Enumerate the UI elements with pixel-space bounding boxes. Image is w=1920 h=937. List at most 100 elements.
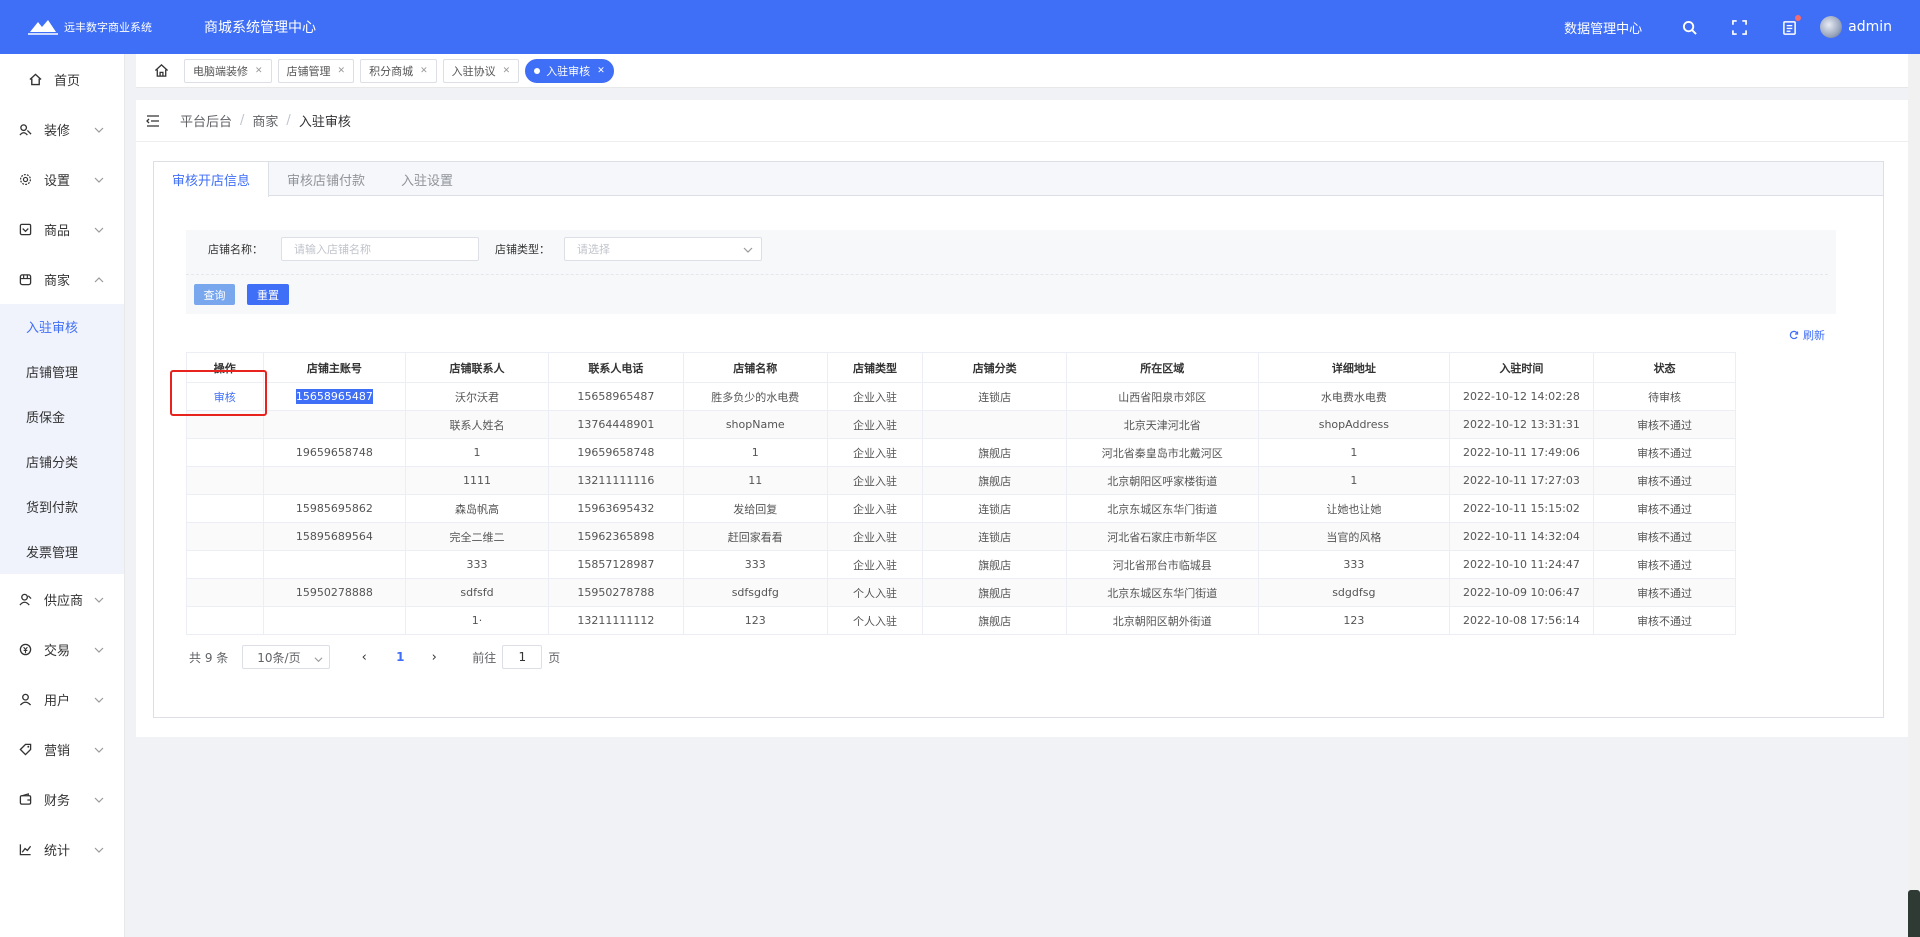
table-cell: 13764448901	[547, 410, 684, 439]
sidebar-item-merchant[interactable]: 商家	[0, 254, 124, 304]
table-cell: 1111	[405, 466, 549, 495]
home-icon[interactable]	[152, 62, 170, 80]
sidebar-subitem-store-category[interactable]: 店铺分类	[0, 439, 124, 484]
cell-text: 当官的风格	[1326, 530, 1382, 544]
filler-cell	[1735, 578, 1836, 607]
query-button[interactable]: 查询	[194, 284, 235, 305]
goto-page-input[interactable]: 1	[502, 645, 543, 669]
table-cell: 审核不通过	[1592, 578, 1737, 607]
close-icon[interactable]: ✕	[597, 66, 605, 76]
tab-settle-agreement[interactable]: 入驻协议 ✕	[442, 58, 520, 83]
fullscreen-icon[interactable]	[1730, 18, 1748, 36]
tab-strip: 电脑端装修 ✕ 店铺管理 ✕ 积分商城 ✕ 入驻协议 ✕ 入驻审核 ✕	[136, 54, 1920, 88]
tab-points-mall[interactable]: 积分商城 ✕	[360, 58, 437, 83]
sidebar-subitem-settle-audit[interactable]: 入驻审核	[0, 304, 124, 349]
column-header: 所在区域	[1066, 352, 1259, 383]
tab-settle-settings[interactable]: 入驻设置	[383, 162, 471, 196]
cell-text: 北京朝阳区朝外街道	[1112, 614, 1212, 628]
trade-icon	[18, 642, 32, 656]
sidebar-item-marketing[interactable]: 营销	[0, 724, 124, 774]
sidebar-subitem-cod[interactable]: 货到付款	[0, 484, 124, 529]
table-header-row: 操作 店铺主账号 店铺联系人 联系人电话 店铺名称 店铺类型 店铺分类 所在区域…	[186, 352, 1836, 383]
cell-text: 审核不通过	[1637, 586, 1693, 600]
sidebar-item-settings[interactable]: 设置	[0, 154, 124, 204]
cell-text: 连锁店	[978, 502, 1012, 516]
sidebar-item-goods[interactable]: 商品	[0, 204, 124, 254]
table-cell: 河北省邢台市临城县	[1066, 550, 1259, 579]
data-center-link[interactable]: 数据管理中心	[1564, 18, 1642, 37]
table-cell: 企业入驻	[826, 438, 924, 467]
sidebar-item-trade[interactable]: 交易	[0, 624, 124, 674]
close-icon[interactable]: ✕	[255, 66, 263, 76]
refresh-button[interactable]: 刷新	[1789, 327, 1825, 343]
table-cell: 旗舰店	[922, 550, 1068, 579]
table-cell: 连锁店	[922, 522, 1068, 551]
close-icon[interactable]: ✕	[420, 66, 428, 76]
collapse-menu-icon[interactable]	[146, 113, 162, 129]
audit-link[interactable]: 审核	[214, 391, 236, 404]
shop-name-input[interactable]	[281, 237, 479, 261]
sidebar-item-home[interactable]: 首页	[0, 54, 124, 104]
cell-text: 胜多负少的水电费	[711, 390, 800, 404]
sidebar-subitem-deposit[interactable]: 质保金	[0, 394, 124, 439]
column-header: 入驻时间	[1449, 352, 1594, 383]
cell-text: 连锁店	[978, 530, 1012, 544]
column-header: 店铺类型	[826, 352, 924, 383]
avatar[interactable]	[1820, 16, 1843, 38]
notification-icon[interactable]	[1780, 15, 1802, 36]
sidebar-subitem-store-manage[interactable]: 店铺管理	[0, 349, 124, 394]
cell-text: 审核不通过	[1637, 446, 1693, 460]
reset-button[interactable]: 重置	[247, 284, 289, 305]
sidebar-subitem-invoice[interactable]: 发票管理	[0, 529, 124, 574]
table-cell: 旗舰店	[922, 606, 1068, 635]
page-number-current[interactable]: 1	[388, 650, 412, 664]
filler-cell	[1735, 438, 1836, 467]
tab-pc-decorate[interactable]: 电脑端装修 ✕	[184, 58, 272, 83]
cell-text: 旗舰店	[978, 446, 1012, 460]
cell-text: 123	[744, 614, 766, 627]
table-cell: 企业入驻	[826, 522, 924, 551]
username[interactable]: admin	[1848, 19, 1892, 35]
sidebar-item-statistics[interactable]: 统计	[0, 824, 124, 874]
next-page-icon[interactable]: ›	[422, 650, 446, 665]
logo[interactable]: 远丰数字商业系统	[28, 18, 164, 36]
close-icon[interactable]: ✕	[503, 66, 511, 76]
table-cell: sdgdfsg	[1257, 578, 1451, 607]
tab-audit-shop-info[interactable]: 审核开店信息	[154, 162, 270, 197]
sidebar-item-label: 财务	[44, 793, 71, 809]
table-cell: 完全二维二	[405, 522, 549, 551]
search-icon[interactable]	[1680, 18, 1698, 36]
table-cell: 15950278888	[262, 578, 407, 607]
sidebar-item-user[interactable]: 用户	[0, 674, 124, 724]
tab-audit-shop-payment[interactable]: 审核店铺付款	[269, 162, 383, 196]
table-cell: 旗舰店	[922, 578, 1068, 607]
sidebar-item-decorate[interactable]: 装修	[0, 104, 124, 154]
breadcrumb-item[interactable]: 商家	[252, 111, 278, 130]
shop-type-select[interactable]: 请选择	[564, 237, 762, 261]
cell-text: 联系人姓名	[449, 418, 505, 432]
close-icon[interactable]: ✕	[338, 66, 346, 76]
page-size-select[interactable]: 10条/页	[242, 645, 331, 669]
cell-text: 1·	[471, 614, 483, 627]
cell-text: 旗舰店	[978, 474, 1012, 488]
cell-text: 河北省秦皇岛市北戴河区	[1101, 446, 1223, 460]
sidebar-item-supplier[interactable]: 供应商	[0, 574, 124, 624]
cell-text: 北京朝阳区呼家楼街道	[1107, 474, 1218, 488]
tab-label: 入驻审核	[546, 64, 591, 78]
table-cell: 待审核	[1592, 382, 1737, 411]
tab-label: 入驻协议	[451, 64, 496, 78]
tab-store-manage[interactable]: 店铺管理 ✕	[277, 58, 355, 83]
scrollbar-handle[interactable]	[1908, 890, 1920, 937]
page-scrollbar[interactable]	[1908, 54, 1920, 937]
prev-page-icon[interactable]: ‹	[352, 650, 376, 665]
table-row: 联系人姓名 13764448901 shopName 企业入驻 北京天津河北省 shopA…	[186, 410, 1836, 439]
sidebar-item-label: 统计	[44, 843, 71, 859]
sidebar-item-finance[interactable]: 财务	[0, 774, 124, 824]
table-cell: 审核不通过	[1592, 550, 1737, 579]
refresh-label: 刷新	[1803, 329, 1825, 342]
tab-settle-audit[interactable]: 入驻审核 ✕	[525, 58, 614, 83]
tab-label: 店铺管理	[286, 64, 331, 78]
breadcrumb-item[interactable]: 平台后台	[180, 111, 232, 130]
sidebar-item-label: 首页	[54, 73, 81, 89]
table-cell: 旗舰店	[922, 466, 1068, 495]
